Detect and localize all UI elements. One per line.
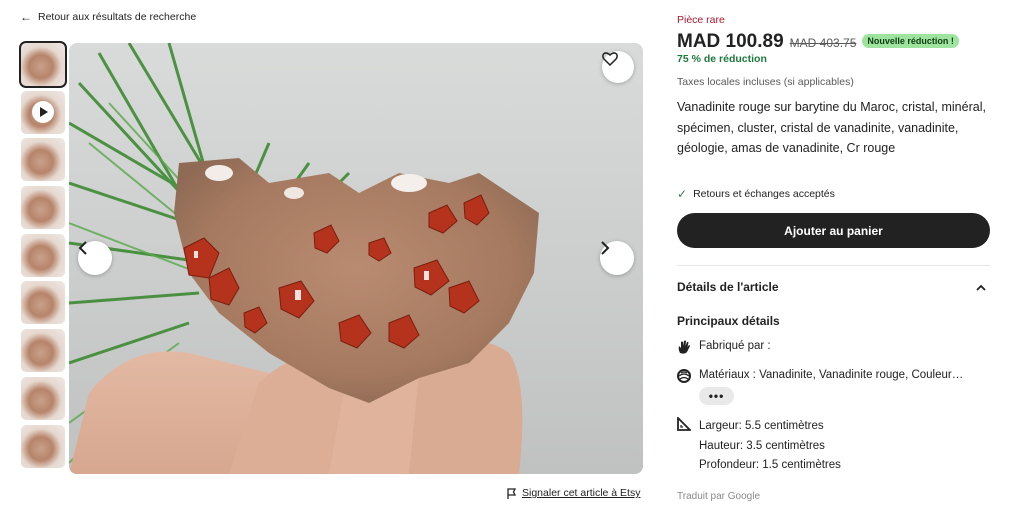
thumbnail-6[interactable] <box>21 281 65 325</box>
back-to-results-link[interactable]: ← Retour aux résultats de recherche <box>20 11 196 23</box>
highlights-title: Principaux détails <box>677 314 780 328</box>
show-more-materials-button[interactable]: ••• <box>699 387 734 405</box>
thumbnail-5[interactable] <box>21 233 65 277</box>
item-details-title: Détails de l'article <box>677 280 779 294</box>
add-to-cart-button[interactable]: Ajouter au panier <box>677 213 990 248</box>
previous-image-button[interactable] <box>78 241 112 275</box>
check-icon: ✓ <box>677 187 688 201</box>
materials-label: Matériaux : Vanadinite, Vanadinite rouge… <box>699 369 964 381</box>
dimensions-row: Largeur: 5.5 centimètres Hauteur: 3.5 ce… <box>677 417 841 476</box>
main-product-image <box>69 43 643 474</box>
thumbnail-1[interactable] <box>19 41 67 88</box>
translated-by-note: Traduit par Google <box>677 491 761 502</box>
price-row: MAD 100.89 MAD 403.75 Nouvelle réduction… <box>677 31 959 53</box>
product-title: Vanadinite rouge sur barytine du Maroc, … <box>677 100 986 155</box>
original-price: MAD 403.75 <box>789 36 857 50</box>
ruler-icon <box>677 417 691 431</box>
item-details-toggle[interactable]: Détails de l'article <box>677 280 990 294</box>
current-price: MAD 100.89 <box>677 31 784 52</box>
depth-value: Profondeur: 1.5 centimètres <box>699 459 841 471</box>
tax-note: Taxes locales incluses (si applicables) <box>677 76 854 88</box>
returns-label: Retours et échanges acceptés <box>693 188 835 200</box>
flag-icon <box>507 487 517 499</box>
play-icon <box>32 101 54 124</box>
rare-item-label: Pièce rare <box>677 14 725 26</box>
product-photo <box>69 43 539 474</box>
thumbnail-7[interactable] <box>21 329 65 373</box>
returns-policy: ✓ Retours et échanges acceptés <box>677 187 835 201</box>
report-item-label: Signaler cet article à Etsy <box>522 487 641 499</box>
thumbnail-video[interactable] <box>21 90 65 134</box>
thumbnail-9[interactable] <box>21 424 65 468</box>
height-value: Hauteur: 3.5 centimètres <box>699 439 825 452</box>
chevron-right-icon <box>601 241 610 255</box>
next-image-button[interactable] <box>600 241 634 275</box>
thumbnail-4[interactable] <box>21 186 65 230</box>
heart-icon <box>602 52 618 66</box>
chevron-left-icon <box>78 241 87 255</box>
made-by-row: Fabriqué par : <box>677 340 771 354</box>
back-to-results-label: Retour aux résultats de recherche <box>38 11 197 23</box>
layers-icon <box>677 369 691 383</box>
chevron-up-icon <box>976 284 986 291</box>
made-by-label: Fabriqué par : <box>699 340 771 352</box>
hand-icon <box>677 340 691 354</box>
materials-row: Matériaux : Vanadinite, Vanadinite rouge… <box>677 369 963 383</box>
discount-label: 75 % de réduction <box>677 53 767 65</box>
divider <box>677 265 990 266</box>
thumbnail-3[interactable] <box>21 138 65 182</box>
new-discount-badge: Nouvelle réduction ! <box>862 34 959 48</box>
arrow-left-icon: ← <box>20 10 32 24</box>
width-value: Largeur: 5.5 centimètres <box>699 420 824 432</box>
thumbnail-8[interactable] <box>21 376 65 420</box>
thumbnail-strip <box>19 41 67 472</box>
report-item-link[interactable]: Signaler cet article à Etsy <box>507 487 640 499</box>
favorite-button[interactable] <box>602 51 634 83</box>
